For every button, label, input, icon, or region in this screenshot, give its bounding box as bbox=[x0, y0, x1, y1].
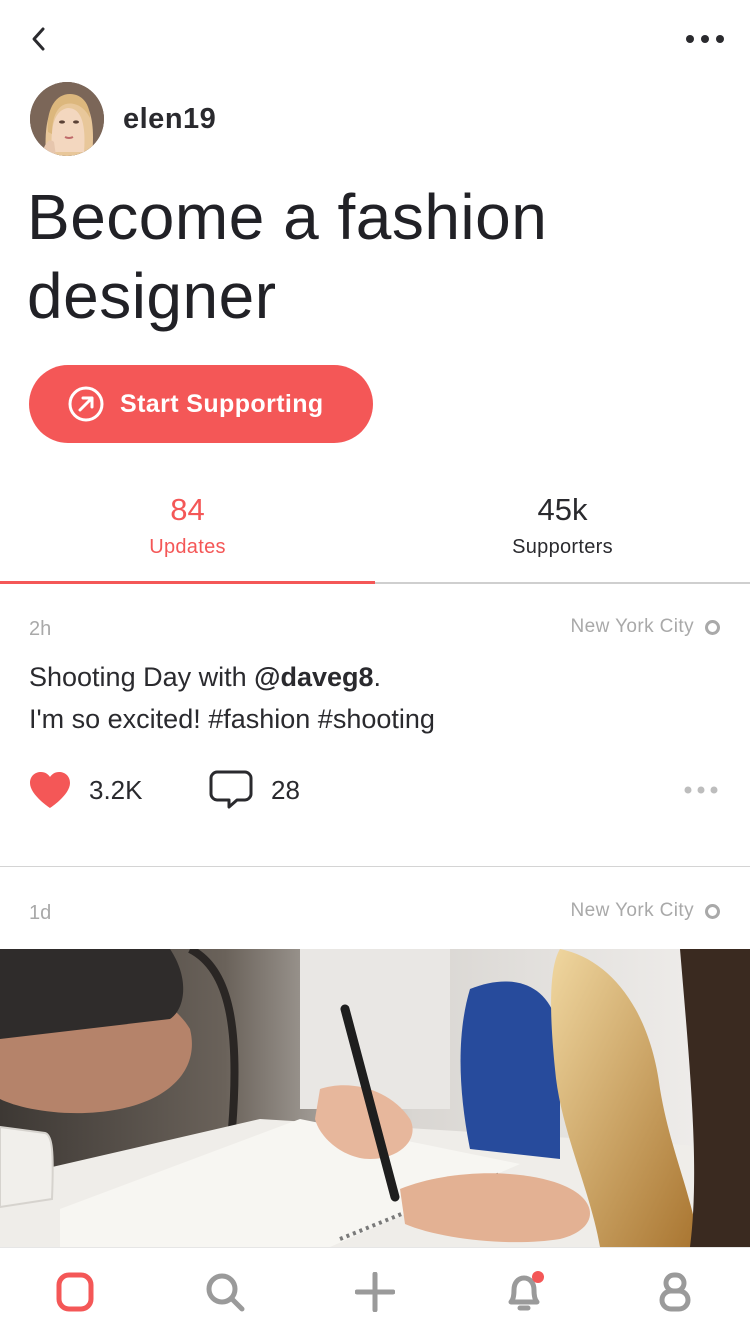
like-count: 3.2K bbox=[89, 774, 143, 805]
start-supporting-button[interactable]: Start Supporting bbox=[29, 365, 373, 443]
profile-row: elen19 bbox=[30, 82, 216, 156]
page-title: Become a fashion designer bbox=[27, 181, 548, 332]
tab-add[interactable] bbox=[300, 1248, 450, 1334]
post-actions: 3.2K 28 bbox=[29, 768, 721, 812]
mention-link[interactable]: @daveg8 bbox=[254, 662, 373, 692]
post-time: 1d bbox=[29, 902, 52, 924]
post-image[interactable] bbox=[0, 949, 750, 1247]
tab-profile[interactable] bbox=[600, 1248, 750, 1334]
heart-icon bbox=[30, 772, 70, 808]
like-button[interactable]: 3.2K bbox=[29, 768, 143, 812]
back-button[interactable] bbox=[22, 22, 56, 56]
tab-search[interactable] bbox=[150, 1248, 300, 1334]
comment-count: 28 bbox=[271, 774, 300, 805]
post-location[interactable]: New York City bbox=[571, 616, 720, 638]
profile-icon bbox=[659, 1272, 691, 1311]
add-icon bbox=[355, 1271, 395, 1312]
search-icon bbox=[206, 1273, 245, 1311]
chevron-left-icon bbox=[32, 27, 45, 51]
tab-updates[interactable]: 84 Updates bbox=[0, 488, 375, 582]
location-label: New York City bbox=[570, 616, 694, 637]
avatar[interactable] bbox=[30, 82, 104, 156]
post-text-suffix: . bbox=[373, 662, 382, 692]
updates-count: 84 bbox=[170, 492, 205, 527]
tab-home[interactable] bbox=[0, 1248, 150, 1334]
location-label: New York City bbox=[570, 900, 694, 921]
post-card: 2h New York City Shooting Day with @dave… bbox=[0, 584, 750, 867]
location-pin-icon bbox=[705, 619, 720, 635]
tab-notifications[interactable] bbox=[450, 1248, 600, 1334]
comment-button[interactable]: 28 bbox=[209, 768, 300, 812]
stats-tabs: 84 Updates 45k Supporters bbox=[0, 488, 750, 584]
start-supporting-label: Start Supporting bbox=[120, 389, 324, 418]
post-time: 2h bbox=[29, 618, 52, 640]
more-horizontal-icon bbox=[684, 786, 718, 794]
bell-icon bbox=[508, 1270, 544, 1310]
more-options-button[interactable] bbox=[682, 22, 728, 56]
post-text-prefix: Shooting Day with bbox=[29, 662, 255, 692]
post-more-button[interactable] bbox=[681, 768, 721, 812]
supporters-label: Supporters bbox=[512, 536, 613, 558]
home-icon bbox=[56, 1272, 94, 1311]
arrow-up-right-circle-icon bbox=[68, 386, 104, 422]
bottom-tab-bar bbox=[0, 1247, 750, 1334]
top-bar bbox=[0, 0, 750, 80]
updates-label: Updates bbox=[149, 536, 226, 558]
post-text: Shooting Day with @daveg8. I'm so excite… bbox=[29, 656, 719, 740]
tab-supporters[interactable]: 45k Supporters bbox=[375, 488, 750, 582]
post-text-line2: I'm so excited! #fashion #shooting bbox=[29, 704, 435, 734]
notification-dot bbox=[532, 1270, 544, 1283]
comment-icon bbox=[209, 770, 253, 809]
location-pin-icon bbox=[705, 903, 720, 919]
post-location[interactable]: New York City bbox=[571, 900, 720, 922]
supporters-count: 45k bbox=[537, 492, 588, 527]
username[interactable]: elen19 bbox=[123, 103, 216, 136]
more-horizontal-icon bbox=[686, 35, 724, 43]
post-card: 1d New York City bbox=[0, 868, 750, 1258]
